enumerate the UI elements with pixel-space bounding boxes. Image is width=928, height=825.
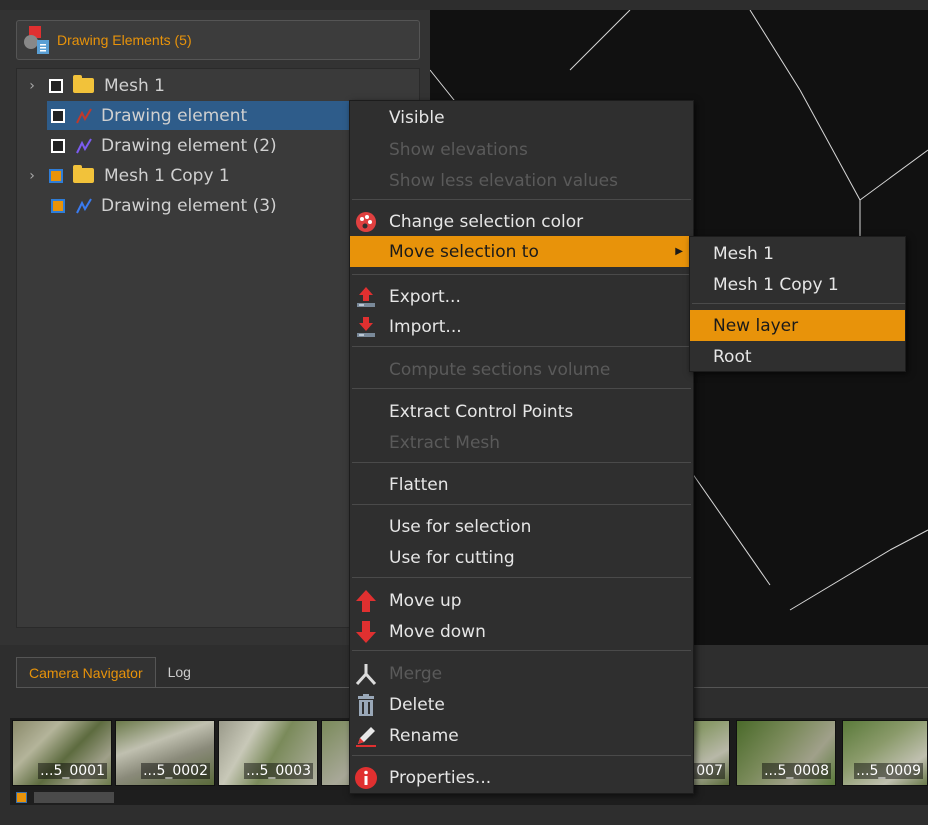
submenu-separator [692,303,905,304]
menu-item-extract-control-points[interactable]: Extract Control Points [350,396,693,427]
submenu-arrow-icon: ▶ [675,246,683,257]
import-icon [357,316,375,337]
menu-separator [352,462,691,463]
menu-separator [352,346,691,347]
tree-item-label: Mesh 1 [104,75,165,96]
tree-item-mesh-1-copy-1[interactable]: › Mesh 1 Copy 1 [25,161,230,190]
trash-icon [358,693,374,716]
camera-thumbnail[interactable]: ...5_0002 [115,720,215,786]
tab-log[interactable]: Log [156,657,203,687]
camera-thumbnail[interactable]: ...5_0008 [736,720,836,786]
menu-item-visible[interactable]: Visible [350,102,693,133]
tab-camera-navigator[interactable]: Camera Navigator [16,657,156,687]
drawing-elements-icon [17,20,57,60]
context-menu: Visible Show elevations Show less elevat… [349,100,694,794]
info-icon [355,766,377,789]
visibility-checkbox[interactable] [51,108,65,123]
menu-item-properties[interactable]: Properties... [350,762,693,793]
menu-separator [352,577,691,578]
scrollbar-handle[interactable] [16,792,27,803]
menu-item-show-less-elevation-values: Show less elevation values [389,170,618,191]
menu-item-move-up[interactable]: Move up [350,585,693,616]
tree-item-label: Mesh 1 Copy 1 [104,165,230,186]
tree-item-drawing-element-2[interactable]: Drawing element (2) [51,131,277,160]
menu-item-rename[interactable]: Rename [350,720,693,751]
menu-item-change-selection-color[interactable]: Change selection color [350,206,693,237]
menu-item-export[interactable]: Export... [350,281,693,312]
merge-icon [355,663,377,685]
expand-icon[interactable]: › [25,168,39,184]
menu-item-merge: Merge [350,658,693,689]
menu-separator [352,388,691,389]
submenu-item-root[interactable]: Root [690,341,905,372]
panel-title: Drawing Elements (5) [57,32,192,48]
polyline-icon [76,107,92,123]
tree-item-label: Drawing element (3) [101,195,277,216]
camera-thumbnail[interactable]: ...5_0001 [12,720,112,786]
arrow-down-icon [356,620,376,643]
tree-item-label: Drawing element (2) [101,135,277,156]
folder-icon [73,75,94,93]
arrow-up-icon [356,589,376,612]
polyline-icon [76,197,92,213]
folder-icon [73,165,94,183]
move-selection-submenu: Mesh 1 Mesh 1 Copy 1 New layer Root [689,236,906,372]
menu-separator [352,755,691,756]
submenu-item-mesh-1-copy-1[interactable]: Mesh 1 Copy 1 [690,269,905,300]
menu-item-move-down[interactable]: Move down [350,616,693,647]
menu-item-move-selection-to[interactable]: Move selection to ▶ [350,236,693,267]
export-icon [357,286,375,307]
menu-item-import[interactable]: Import... [350,311,693,342]
tree-item-drawing-element-3[interactable]: Drawing element (3) [51,191,277,220]
pencil-icon [356,726,376,747]
menu-item-show-elevations: Show elevations [389,139,528,160]
menu-separator [352,504,691,505]
panel-header[interactable]: Drawing Elements (5) [16,20,420,60]
expand-icon[interactable]: › [25,78,39,94]
visibility-checkbox[interactable] [51,138,65,153]
submenu-item-mesh-1[interactable]: Mesh 1 [690,238,905,269]
menu-item-use-for-cutting[interactable]: Use for cutting [350,542,693,573]
menu-item-flatten[interactable]: Flatten [350,469,693,500]
scrollbar-thumb[interactable] [34,792,114,803]
visibility-checkbox[interactable] [51,198,65,213]
visibility-checkbox[interactable] [49,78,63,93]
bottom-tabs: Camera Navigator Log [16,657,203,687]
tree-item-mesh-1[interactable]: › Mesh 1 [25,71,165,100]
polyline-icon [76,137,92,153]
menu-item-compute-sections-volume: Compute sections volume [389,359,611,380]
camera-thumbnail[interactable]: ...5_0009 [842,720,928,786]
menu-separator [352,199,691,200]
viewport-top-gap [430,0,928,10]
camera-thumbnail[interactable]: ...5_0003 [218,720,318,786]
menu-separator [352,274,691,275]
visibility-checkbox[interactable] [49,168,63,183]
menu-separator [352,650,691,651]
tree-item-label: Drawing element [101,105,248,126]
menu-item-use-for-selection[interactable]: Use for selection [350,511,693,542]
tree-item-drawing-element[interactable]: Drawing element [47,101,353,130]
palette-icon [356,211,376,232]
menu-item-delete[interactable]: Delete [350,689,693,720]
submenu-item-new-layer[interactable]: New layer [690,310,905,341]
menu-item-extract-mesh: Extract Mesh [389,432,501,453]
panel-top-gap [0,0,430,10]
